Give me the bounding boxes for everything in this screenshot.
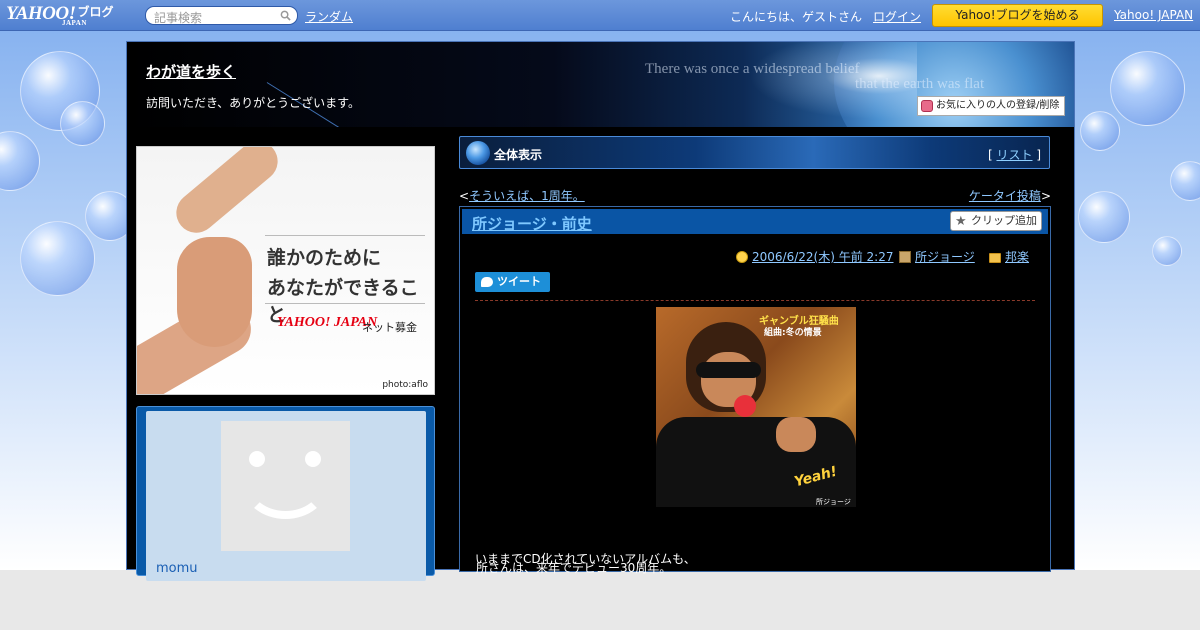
list-bracket-close: ] xyxy=(1032,148,1041,162)
album-cover-image[interactable]: ギャンブル狂騒曲 組曲:冬の情景 Yeah! 所ジョージ xyxy=(656,307,856,507)
top-navigation-bar: YAHOO! ブログ JAPAN 記事検索 ランダム こんにちは、ゲストさん ログ… xyxy=(0,0,1200,31)
ad-copy-line1: 誰かのために xyxy=(267,247,382,269)
article-divider xyxy=(475,300,1035,301)
donation-ad-banner[interactable]: 誰かのために あなたができること YAHOO! JAPAN ネット募金 phot… xyxy=(136,146,435,395)
ad-divider xyxy=(265,303,425,304)
logo-japan-text: JAPAN xyxy=(62,19,87,27)
section-header-bar: 全体表示 [ リスト ] xyxy=(459,136,1050,169)
profile-box: momu xyxy=(136,406,435,581)
heart-icon xyxy=(921,100,933,112)
post-date: 2006/6/22(木) 午前 2:27 xyxy=(736,248,893,265)
folder-icon xyxy=(989,253,1001,263)
tweet-button[interactable]: ツイート xyxy=(475,272,550,292)
profile-name-link[interactable]: momu xyxy=(156,561,198,576)
bubble-decoration xyxy=(1110,51,1185,126)
blog-header-banner: There was once a widespread belief that … xyxy=(127,42,1074,127)
banner-quote-line2: that the earth was flat xyxy=(855,76,985,92)
list-link-wrapper: [ リスト ] xyxy=(988,146,1041,163)
random-link[interactable]: ランダム xyxy=(305,8,353,25)
star-icon: ★ xyxy=(955,214,967,229)
category-link[interactable]: 邦楽 xyxy=(1005,250,1029,264)
cover-jacket xyxy=(656,417,856,507)
blog-frame: There was once a widespread belief that … xyxy=(126,41,1075,581)
yahoo-japan-link[interactable]: Yahoo! JAPAN xyxy=(1114,8,1193,22)
favorite-register-button[interactable]: お気に入りの人の登録/削除 xyxy=(917,96,1065,116)
avatar[interactable] xyxy=(221,421,350,551)
bubble-decoration xyxy=(60,101,105,146)
blog-title[interactable]: わが道を歩く xyxy=(146,61,236,82)
next-arrow: > xyxy=(1040,189,1051,203)
ad-arm-graphic xyxy=(168,147,286,241)
article-title[interactable]: 所ジョージ・前史 xyxy=(472,213,592,234)
banner-quote: There was once a widespread belief that … xyxy=(645,62,984,92)
prev-arrow: < xyxy=(459,189,470,203)
banner-quote-line1: There was once a widespread belief xyxy=(645,61,860,77)
avatar-smile xyxy=(243,451,328,519)
ad-brand-sub: ネット募金 xyxy=(362,321,417,334)
mobile-post-link[interactable]: ケータイ投稿 xyxy=(969,189,1041,203)
clip-button-label: クリップ追加 xyxy=(971,214,1037,227)
bubble-decoration xyxy=(1078,191,1130,243)
ad-photo-credit: photo:aflo xyxy=(382,380,428,390)
cover-subtitle-text: 組曲:冬の情景 xyxy=(764,328,822,338)
clock-icon xyxy=(736,251,748,263)
clip-add-button[interactable]: ★ クリップ追加 xyxy=(950,211,1042,231)
bubble-decoration xyxy=(1080,111,1120,151)
search-placeholder: 記事検索 xyxy=(154,11,203,25)
article-navigation: <そういえば、1周年。 ケータイ投稿> xyxy=(459,187,1051,203)
post-author: 所ジョージ xyxy=(899,248,975,265)
search-icon[interactable] xyxy=(280,10,291,21)
next-article: ケータイ投稿> xyxy=(969,187,1051,204)
cover-red-ball xyxy=(734,395,756,417)
article-search-input[interactable]: 記事検索 xyxy=(145,6,298,25)
yahoo-blog-logo[interactable]: YAHOO! ブログ JAPAN xyxy=(6,3,114,27)
favorite-button-label: お気に入りの人の登録/削除 xyxy=(936,100,1060,111)
bubble-decoration xyxy=(20,221,95,296)
bubble-decoration xyxy=(0,131,40,191)
bubble-decoration xyxy=(1170,161,1200,201)
section-title: 全体表示 xyxy=(494,148,543,162)
earth-icon xyxy=(466,141,490,165)
guest-greeting: こんにちは、ゲストさん xyxy=(730,10,863,24)
ad-divider xyxy=(265,235,425,236)
article-paragraph: いままでCD化されていないアルバムも、 xyxy=(475,552,696,566)
previous-article-link[interactable]: そういえば、1周年。 xyxy=(469,189,585,203)
post-category: 邦楽 xyxy=(989,248,1029,265)
bookmark-icon xyxy=(899,251,911,263)
tweet-button-label: ツイート xyxy=(497,275,541,288)
ad-hand-graphic xyxy=(177,237,252,347)
cover-fist xyxy=(776,417,816,452)
profile-card: momu xyxy=(146,411,426,581)
bubble-decoration xyxy=(1152,236,1182,266)
post-date-link[interactable]: 2006/6/22(木) 午前 2:27 xyxy=(752,250,893,264)
cover-artist: 所ジョージ xyxy=(816,498,851,506)
previous-article: <そういえば、1周年。 xyxy=(459,187,585,204)
cover-sunglasses xyxy=(696,362,761,378)
article-header: 所ジョージ・前史 ★ クリップ追加 xyxy=(462,209,1048,234)
login-link[interactable]: ログイン xyxy=(873,8,921,25)
list-link[interactable]: リスト xyxy=(996,148,1032,162)
article: 所ジョージ・前史 ★ クリップ追加 2006/6/22(木) 午前 2:27 所… xyxy=(459,206,1051,575)
start-blog-button[interactable]: Yahoo!ブログを始める xyxy=(932,4,1103,27)
logo-blog-text: ブログ xyxy=(77,5,114,19)
blog-description: 訪問いただき、ありがとうございます。 xyxy=(146,96,360,110)
twitter-bird-icon xyxy=(481,277,493,287)
author-link[interactable]: 所ジョージ xyxy=(915,250,975,264)
